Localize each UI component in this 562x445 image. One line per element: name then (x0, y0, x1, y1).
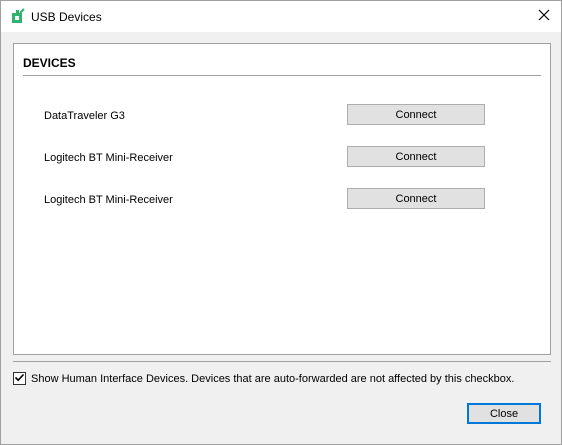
connect-button[interactable]: Connect (347, 188, 485, 209)
connect-button[interactable]: Connect (347, 146, 485, 167)
device-name: Logitech BT Mini-Receiver (44, 152, 173, 164)
device-name: Logitech BT Mini-Receiver (44, 194, 173, 206)
show-hid-label[interactable]: Show Human Interface Devices. Devices th… (31, 373, 514, 385)
section-divider (23, 75, 541, 76)
close-button[interactable]: Close (467, 403, 541, 424)
window-close-button[interactable] (527, 1, 561, 32)
connect-button[interactable]: Connect (347, 104, 485, 125)
device-name: DataTraveler G3 (44, 110, 125, 122)
checkmark-icon (14, 372, 25, 386)
close-icon (538, 9, 550, 24)
footer-divider (13, 361, 551, 362)
show-hid-checkbox[interactable] (13, 372, 26, 385)
devices-section-title: DEVICES (23, 56, 76, 70)
usb-devices-window: USB Devices DEVICES DataTraveler G3 Conn… (0, 0, 562, 445)
window-title: USB Devices (31, 10, 102, 24)
title-bar[interactable]: USB Devices (1, 1, 561, 32)
usb-app-icon (10, 8, 26, 24)
devices-panel: DEVICES DataTraveler G3 Connect Logitech… (13, 43, 551, 355)
